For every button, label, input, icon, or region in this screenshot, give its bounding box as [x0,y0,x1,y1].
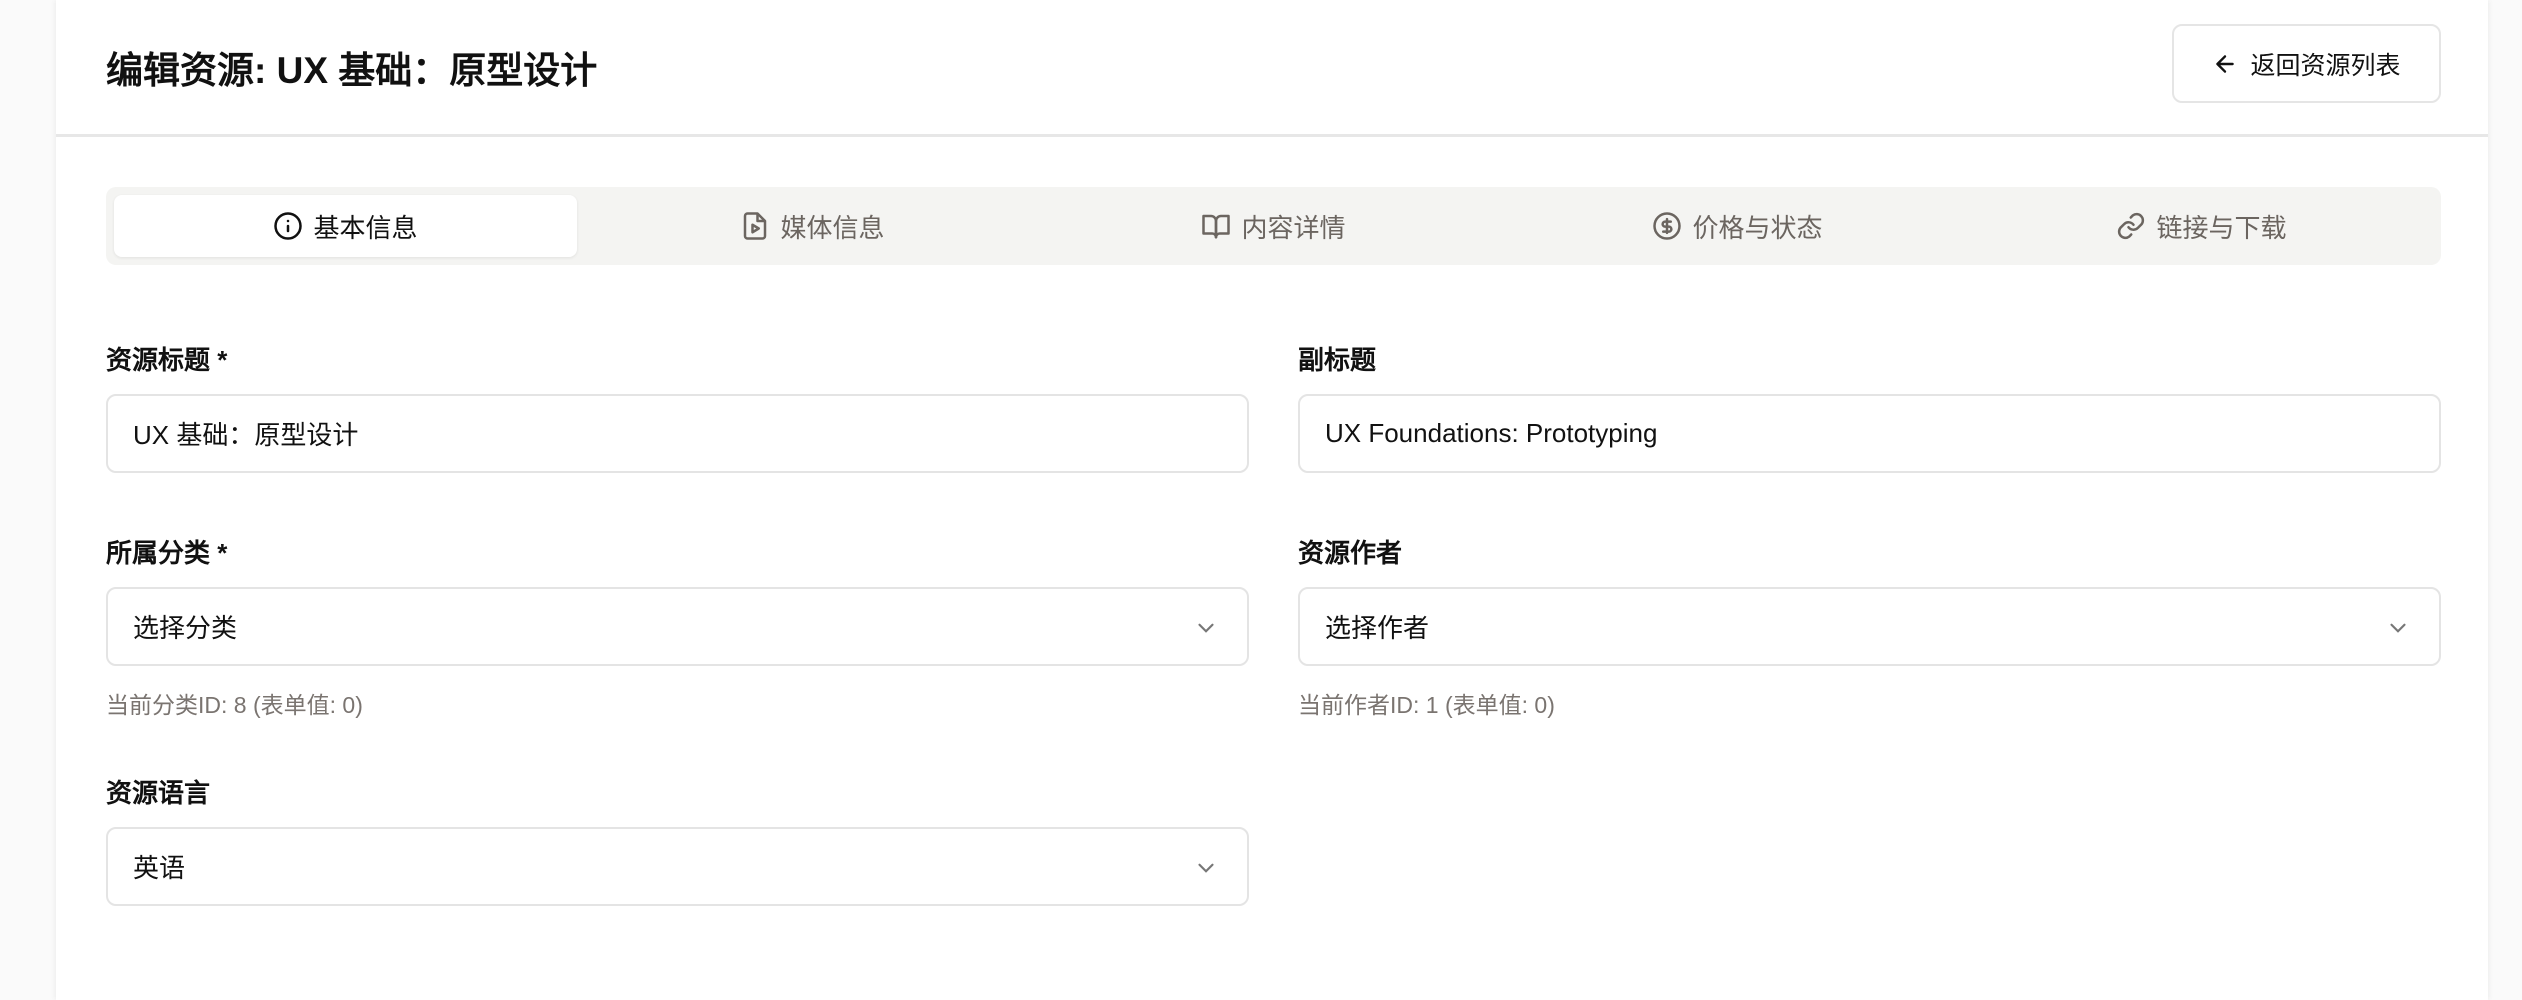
tab-label: 价格与状态 [1692,212,1823,243]
tab-label: 媒体信息 [780,212,885,243]
tab-label: 内容详情 [1241,212,1346,243]
author-label: 资源作者 [1298,538,1403,568]
tab-bar: 基本信息 媒体信息 内容详情 价格与状态 链接与下载 [106,187,2441,265]
back-to-list-button[interactable]: 返回资源列表 [2172,24,2441,103]
language-select[interactable]: 英语 [106,827,1249,906]
link-icon [2118,212,2145,240]
language-value: 英语 [133,853,186,883]
title-input[interactable]: UX 基础：原型设计 [106,394,1249,473]
title-label: 资源标题 * [106,345,228,375]
author-hint: 当前作者ID: 1 (表单值: 0) [1298,692,1555,718]
author-select[interactable]: 选择作者 [1298,587,2441,666]
chevron-down-icon [1198,863,1214,873]
chevron-down-icon [1198,623,1214,633]
chevron-down-icon [2390,623,2406,633]
dollar-circle-icon [1653,212,1682,240]
category-value: 选择分类 [133,613,238,643]
tab-media-info[interactable]: 媒体信息 [581,195,1044,257]
subtitle-input[interactable]: UX Foundations: Prototyping [1298,394,2441,473]
category-select[interactable]: 选择分类 [106,587,1249,666]
tab-content-details[interactable]: 内容详情 [1042,195,1505,257]
back-button-label: 返回资源列表 [2250,51,2401,80]
tab-label: 链接与下载 [2156,212,2287,243]
category-hint: 当前分类ID: 8 (表单值: 0) [106,692,363,718]
subtitle-value: UX Foundations: Prototyping [1325,418,1658,448]
file-play-icon [744,212,767,240]
author-value: 选择作者 [1325,613,1430,643]
tab-label: 基本信息 [313,212,418,243]
title-value: UX 基础：原型设计 [133,420,359,450]
arrow-left-icon [2216,54,2235,73]
category-label: 所属分类 * [106,538,228,568]
tab-basic-info[interactable]: 基本信息 [114,195,577,257]
info-icon [274,212,303,240]
page-title: 编辑资源: UX 基础：原型设计 [106,50,598,91]
subtitle-label: 副标题 [1298,345,1377,375]
tab-links-downloads[interactable]: 链接与下载 [1970,195,2433,257]
page-header: 编辑资源: UX 基础：原型设计 返回资源列表 [56,0,2488,137]
edit-resource-card: 编辑资源: UX 基础：原型设计 返回资源列表 基本信息 媒体信息 内容详情 价… [56,0,2488,1000]
book-open-icon [1202,214,1231,239]
language-label: 资源语言 [106,778,211,808]
tab-price-status[interactable]: 价格与状态 [1506,195,1969,257]
